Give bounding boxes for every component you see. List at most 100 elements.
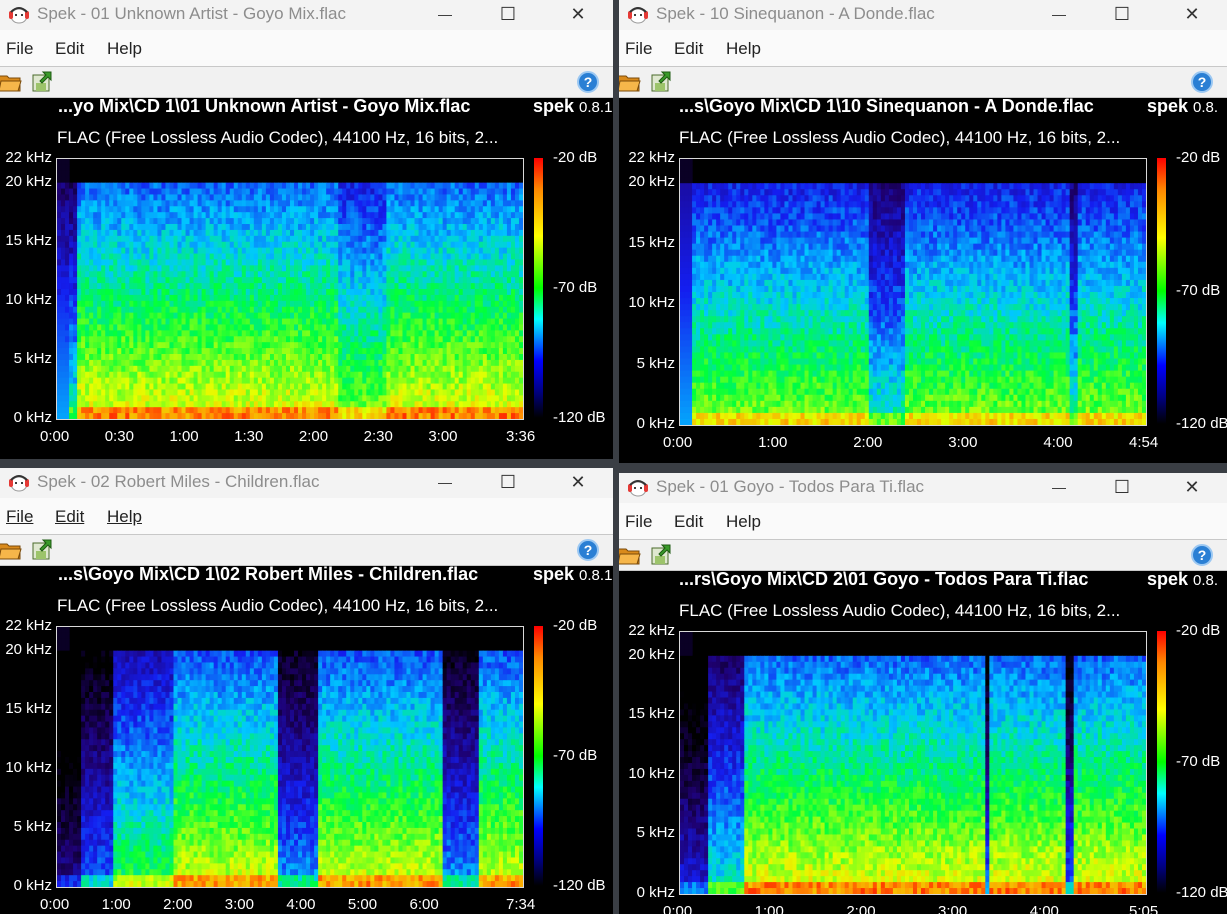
spectrogram-cell bbox=[330, 241, 335, 249]
spectrogram-cell bbox=[394, 241, 400, 249]
menu-help[interactable]: Help bbox=[107, 39, 142, 59]
spectrogram-cell bbox=[177, 312, 183, 320]
spectrogram-cell bbox=[145, 300, 150, 308]
spectrogram-cell bbox=[350, 342, 355, 349]
spectrogram-cell bbox=[486, 200, 492, 207]
spectrogram-cell bbox=[692, 195, 697, 202]
spectrogram-cell bbox=[394, 277, 400, 284]
spectrogram-cell bbox=[346, 312, 351, 320]
spectrogram-cell bbox=[253, 383, 259, 391]
close-button[interactable]: ✕ bbox=[1180, 3, 1204, 25]
spectrogram-cell bbox=[217, 253, 223, 261]
minimize-button[interactable]: — bbox=[433, 3, 457, 25]
spectrogram-cell bbox=[189, 407, 195, 414]
spectrogram-cell bbox=[502, 348, 508, 355]
spectrogram-cell bbox=[418, 312, 424, 320]
spectrogram-cell bbox=[410, 395, 416, 402]
spectrogram-cell bbox=[217, 359, 223, 367]
spectrogram-cell bbox=[261, 200, 267, 207]
spectrogram-cell bbox=[73, 200, 78, 207]
menu-file[interactable]: File bbox=[6, 39, 33, 59]
save-icon[interactable] bbox=[30, 70, 54, 94]
spectrogram-cell bbox=[285, 241, 291, 249]
spectrogram-cell bbox=[265, 194, 271, 201]
spectrogram-cell bbox=[358, 283, 363, 290]
menu-edit[interactable]: Edit bbox=[674, 39, 703, 59]
spectrogram-cell bbox=[486, 330, 492, 337]
spectrogram-cell bbox=[245, 277, 251, 284]
spectrogram-cell bbox=[185, 324, 191, 331]
spectrogram-cell bbox=[434, 259, 440, 266]
spectrogram-cell bbox=[390, 182, 396, 190]
spectrogram-cell bbox=[57, 224, 62, 231]
minimize-button[interactable]: — bbox=[1047, 3, 1071, 25]
spectrogram-cell bbox=[117, 235, 122, 243]
spectrogram-cell bbox=[177, 212, 183, 219]
spectrogram-cell bbox=[133, 182, 138, 190]
spectrogram-cell bbox=[696, 267, 701, 275]
spectrogram-cell bbox=[265, 206, 271, 213]
y-tick-label: 15 kHz bbox=[5, 231, 52, 249]
folder-open-icon[interactable] bbox=[619, 70, 641, 94]
spectrogram-cell bbox=[69, 359, 74, 367]
spectrogram-cell bbox=[422, 277, 428, 284]
spectrogram-cell bbox=[197, 277, 203, 284]
spectrogram-cell bbox=[362, 265, 367, 272]
spectrogram-cell bbox=[374, 342, 379, 349]
spectrogram-cell bbox=[490, 194, 496, 201]
spectrogram-cell bbox=[514, 407, 520, 414]
help-icon[interactable]: ? bbox=[577, 71, 599, 93]
close-button[interactable]: ✕ bbox=[566, 3, 590, 25]
menu-edit[interactable]: Edit bbox=[55, 39, 84, 59]
spectrogram-cell bbox=[314, 235, 319, 243]
spectrogram-cell bbox=[185, 389, 191, 396]
spectrogram-cell bbox=[414, 294, 420, 302]
spectrogram-cell bbox=[494, 229, 500, 237]
spectrogram-cell bbox=[201, 407, 207, 414]
spectrogram-cell bbox=[342, 395, 347, 402]
spectrogram-cell bbox=[205, 212, 211, 219]
spectrogram-cell bbox=[402, 348, 408, 355]
spectrogram-cell bbox=[366, 348, 371, 355]
spectrogram-cell bbox=[269, 212, 275, 219]
spectrogram-cell bbox=[700, 394, 705, 402]
spectrogram-cell bbox=[322, 354, 327, 361]
spectrogram-cell bbox=[298, 306, 303, 314]
folder-open-icon[interactable] bbox=[0, 70, 22, 94]
spectrogram-cell bbox=[418, 389, 424, 396]
spectrogram-cell bbox=[249, 194, 255, 201]
menu-help[interactable]: Help bbox=[726, 39, 761, 59]
spectrogram-cell bbox=[358, 312, 363, 320]
spectrogram-cell bbox=[290, 330, 295, 337]
spectrogram-cell bbox=[229, 200, 235, 207]
spectrogram-cell bbox=[518, 241, 523, 249]
spectrogram-cell bbox=[109, 294, 114, 302]
spek-window[interactable]: Spek - 10 Sinequanon - A Donde.flac — ☐ ✕ Fi… bbox=[619, 0, 1227, 463]
menu-file[interactable]: File bbox=[625, 39, 652, 59]
title-bar[interactable]: Spek - 10 Sinequanon - A Donde.flac — ☐ ✕ bbox=[619, 0, 1227, 30]
spectrogram-cell bbox=[402, 271, 408, 278]
spectrogram-cell bbox=[173, 371, 179, 379]
spectrogram-cell bbox=[378, 413, 383, 419]
spectrogram-cell bbox=[426, 235, 432, 243]
save-icon[interactable] bbox=[649, 70, 673, 94]
maximize-button[interactable]: ☐ bbox=[1110, 3, 1134, 25]
maximize-button[interactable]: ☐ bbox=[496, 3, 520, 25]
spectrogram-cell bbox=[129, 371, 134, 379]
spectrogram-cell bbox=[153, 235, 159, 243]
spectrogram-cell bbox=[490, 229, 496, 237]
spectrogram-cell bbox=[696, 388, 701, 396]
app-name: spek bbox=[1147, 96, 1189, 116]
spectrogram-cell bbox=[97, 224, 102, 231]
x-tick-label: 0:30 bbox=[104, 428, 134, 445]
spectrogram-cell bbox=[105, 224, 110, 231]
spectrogram-cell bbox=[121, 271, 126, 278]
help-icon[interactable]: ? bbox=[1191, 71, 1213, 93]
spectrogram-cell bbox=[201, 277, 207, 284]
spek-window[interactable]: Spek - 01 Unknown Artist - Goyo Mix.flac… bbox=[0, 0, 613, 459]
spectrogram-cell bbox=[181, 200, 187, 207]
title-bar[interactable]: Spek - 01 Unknown Artist - Goyo Mix.flac… bbox=[0, 0, 613, 30]
spectrogram-cell bbox=[454, 413, 460, 419]
spectrogram-cell bbox=[322, 371, 327, 379]
spectrogram-cell bbox=[518, 235, 523, 243]
